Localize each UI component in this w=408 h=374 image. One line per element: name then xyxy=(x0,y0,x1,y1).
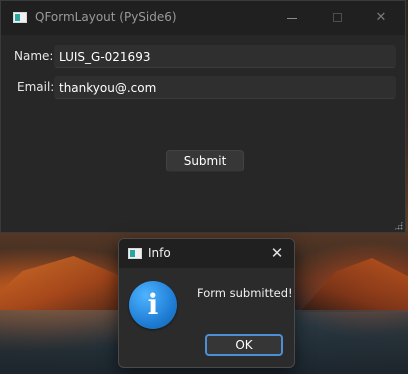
submit-button[interactable]: Submit xyxy=(166,150,244,172)
dialog-message: Form submitted! xyxy=(197,286,293,300)
maximize-button[interactable] xyxy=(315,1,361,35)
name-label: Name: xyxy=(14,49,54,63)
close-button[interactable]: ✕ xyxy=(358,1,404,35)
email-field[interactable] xyxy=(54,76,396,99)
close-icon: ✕ xyxy=(375,10,387,25)
dialog-close-button[interactable]: ✕ xyxy=(264,241,290,265)
dialog-titlebar[interactable]: Info ✕ xyxy=(119,239,294,268)
info-glyph: i xyxy=(147,288,159,321)
main-window: QFormLayout (PySide6) ✕ Name: Email: Sub… xyxy=(0,0,406,233)
email-label: Email: xyxy=(17,80,55,94)
close-icon: ✕ xyxy=(270,244,284,262)
info-icon: i xyxy=(129,281,177,329)
resize-grip[interactable] xyxy=(394,221,403,230)
minimize-button[interactable] xyxy=(269,1,315,35)
main-titlebar[interactable]: QFormLayout (PySide6) ✕ xyxy=(1,1,405,35)
window-title: QFormLayout (PySide6) xyxy=(35,10,177,24)
wallpaper-mountain-right xyxy=(300,258,408,312)
dialog-title: Info xyxy=(148,246,171,260)
ok-button[interactable]: OK xyxy=(205,334,283,356)
minimize-icon xyxy=(287,18,297,19)
dialog-app-icon xyxy=(128,248,142,259)
maximize-icon xyxy=(333,13,342,22)
app-icon xyxy=(13,12,27,23)
info-dialog: Info ✕ i Form submitted! OK xyxy=(118,238,295,368)
name-field[interactable] xyxy=(54,45,396,68)
